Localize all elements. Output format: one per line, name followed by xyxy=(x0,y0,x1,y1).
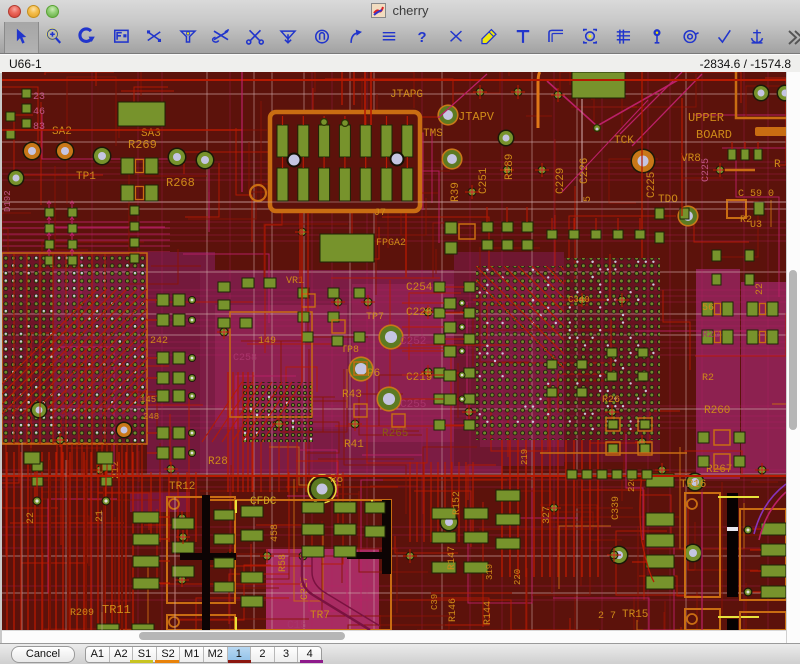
svg-text:C219: C219 xyxy=(406,372,432,384)
svg-text:2 7: 2 7 xyxy=(598,611,616,622)
svg-text:219: 219 xyxy=(520,449,530,465)
svg-text:JTAPV: JTAPV xyxy=(458,110,495,124)
svg-text:D192: D192 xyxy=(3,190,13,212)
svg-text:TR16: TR16 xyxy=(680,479,706,491)
svg-text:C254: C254 xyxy=(406,282,433,294)
svg-text:C258: C258 xyxy=(233,353,257,364)
svg-text:83: 83 xyxy=(33,122,45,133)
svg-text:23: 23 xyxy=(33,92,45,103)
svg-text:R2: R2 xyxy=(702,373,714,384)
svg-text:C340: C340 xyxy=(568,295,590,305)
svg-text:242: 242 xyxy=(150,336,168,347)
svg-text:R268: R268 xyxy=(166,176,195,190)
svg-text:R189: R189 xyxy=(504,154,516,180)
svg-text:C229: C229 xyxy=(555,168,567,194)
svg-text:458: 458 xyxy=(270,524,281,542)
svg-text:J7: J7 xyxy=(374,208,386,219)
svg-text:TCK: TCK xyxy=(614,135,634,147)
svg-text:21: 21 xyxy=(95,510,106,522)
svg-text:C15: C15 xyxy=(287,620,307,630)
svg-text:R41: R41 xyxy=(344,439,364,451)
svg-text:VR1: VR1 xyxy=(286,276,304,287)
svg-text:R144: R144 xyxy=(483,601,494,625)
svg-text:SA2: SA2 xyxy=(52,126,72,138)
svg-text:C225: C225 xyxy=(701,158,712,182)
svg-text:C226: C226 xyxy=(579,158,591,184)
svg-text:R58: R58 xyxy=(278,554,289,572)
svg-text:22: 22 xyxy=(755,283,766,295)
svg-text:R26: R26 xyxy=(602,395,620,406)
svg-text:C339: C339 xyxy=(611,496,622,520)
svg-text:TDO: TDO xyxy=(658,194,678,206)
svg-text:C228: C228 xyxy=(406,307,432,319)
svg-text:327: 327 xyxy=(542,506,553,524)
svg-text:C39: C39 xyxy=(430,594,440,610)
svg-text:145: 145 xyxy=(140,395,156,405)
svg-text:R43: R43 xyxy=(342,389,362,401)
svg-text:TP1: TP1 xyxy=(76,171,96,183)
svg-text:46: 46 xyxy=(33,107,45,118)
svg-text:R39: R39 xyxy=(450,182,462,202)
svg-text:56: 56 xyxy=(702,303,714,314)
svg-text:R2: R2 xyxy=(740,215,752,226)
svg-text:TMS: TMS xyxy=(423,128,443,140)
svg-text:5: 5 xyxy=(583,196,594,202)
svg-text:R267: R267 xyxy=(706,464,732,476)
svg-text:P6: P6 xyxy=(367,368,380,380)
svg-text:BOARD: BOARD xyxy=(696,128,732,142)
svg-text:220: 220 xyxy=(513,569,523,585)
svg-text:R22: R22 xyxy=(702,330,720,341)
svg-text:R: R xyxy=(774,159,781,171)
svg-text:TR11: TR11 xyxy=(102,603,131,617)
svg-text:TP7: TP7 xyxy=(366,312,384,323)
svg-text:R152: R152 xyxy=(452,491,463,515)
svg-text:TR15: TR15 xyxy=(622,609,648,621)
svg-text:C255: C255 xyxy=(400,399,426,411)
svg-text:R28: R28 xyxy=(208,456,228,468)
svg-text:C251: C251 xyxy=(478,167,490,194)
svg-text:R209: R209 xyxy=(70,608,94,619)
svg-text:R265: R265 xyxy=(382,428,408,440)
svg-text:JTAPG: JTAPG xyxy=(390,89,423,101)
svg-text:FPGA2: FPGA2 xyxy=(376,238,406,249)
svg-text:R147: R147 xyxy=(447,546,458,570)
svg-text:149: 149 xyxy=(258,336,276,347)
svg-text:248: 248 xyxy=(143,412,159,422)
svg-text:?: ? xyxy=(417,30,426,46)
svg-text:VR8: VR8 xyxy=(681,153,701,165)
svg-text:C225: C225 xyxy=(646,172,658,198)
svg-text:TR7: TR7 xyxy=(310,610,330,622)
svg-text:22: 22 xyxy=(26,512,37,524)
svg-text:TR12: TR12 xyxy=(169,481,195,493)
svg-text:R260: R260 xyxy=(704,405,730,417)
svg-text:R146: R146 xyxy=(448,598,459,622)
svg-text:C252: C252 xyxy=(400,336,426,348)
svg-text:C 59 0: C 59 0 xyxy=(738,189,774,200)
svg-text:319: 319 xyxy=(485,564,495,580)
svg-text:TP8: TP8 xyxy=(341,345,359,356)
svg-text:R269: R269 xyxy=(128,138,157,152)
svg-text:UPPER: UPPER xyxy=(688,111,724,125)
